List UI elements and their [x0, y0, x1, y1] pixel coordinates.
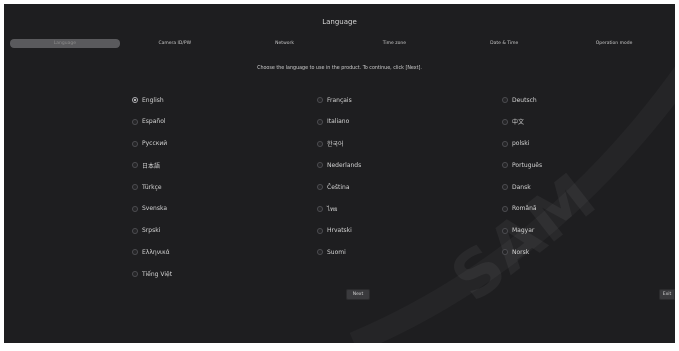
language-option[interactable]: Português — [502, 160, 542, 170]
language-radio[interactable] — [502, 205, 508, 212]
page-title: Language — [322, 18, 357, 26]
language-label: Русский — [142, 140, 168, 147]
language-option[interactable]: ไทย — [317, 204, 338, 214]
language-label: 日本語 — [142, 162, 161, 170]
step-operation-mode[interactable]: Operation mode — [559, 39, 669, 48]
language-label: Hrvatski — [327, 227, 352, 234]
language-radio[interactable] — [132, 97, 138, 103]
language-option[interactable]: Türkçe — [132, 182, 162, 192]
language-option[interactable]: Čeština — [317, 182, 350, 192]
language-label: Srpski — [142, 227, 161, 234]
language-option[interactable]: 日本語 — [132, 160, 160, 170]
language-label: Deutsch — [512, 96, 537, 104]
language-option[interactable]: Français — [317, 95, 352, 105]
setup-wizard-screen: SAM Language Language Camera ID/PW Netwo… — [4, 4, 675, 343]
language-radio[interactable] — [502, 118, 508, 125]
language-label: Suomi — [327, 248, 346, 256]
language-label: Čeština — [327, 183, 350, 191]
language-radio[interactable] — [132, 140, 138, 147]
step-camera-id-pw[interactable]: Camera ID/PW — [120, 39, 230, 48]
language-option[interactable]: Deutsch — [502, 95, 537, 105]
language-radio[interactable] — [132, 205, 138, 212]
language-label: Română — [512, 205, 537, 213]
language-label: Ελληνικά — [142, 248, 170, 256]
language-radio[interactable] — [317, 249, 323, 256]
language-label: Italiano — [327, 118, 350, 126]
next-button[interactable]: Next — [346, 289, 370, 300]
language-label: 中文 — [512, 119, 525, 127]
language-radio[interactable] — [317, 162, 323, 169]
language-label: Español — [142, 118, 166, 126]
language-option[interactable]: Dansk — [502, 182, 531, 192]
language-label: 한국어 — [327, 141, 344, 148]
language-radio[interactable] — [502, 184, 508, 190]
instruction-text: Choose the language to use in the produc… — [257, 66, 422, 71]
step-date-time[interactable]: Date & Time — [449, 39, 559, 48]
language-radio[interactable] — [132, 271, 138, 277]
language-radio[interactable] — [502, 227, 508, 234]
language-label: Français — [327, 96, 352, 104]
language-radio[interactable] — [132, 227, 138, 234]
language-radio[interactable] — [132, 162, 138, 169]
language-radio[interactable] — [317, 118, 323, 125]
language-radio[interactable] — [502, 162, 508, 169]
step-network[interactable]: Network — [230, 39, 340, 48]
language-label: ไทย — [327, 205, 338, 213]
language-option[interactable]: Română — [502, 204, 537, 214]
language-radio[interactable] — [132, 184, 138, 190]
language-radio[interactable] — [502, 97, 508, 103]
language-radio[interactable] — [317, 227, 323, 234]
language-option[interactable]: English — [132, 95, 164, 105]
language-option[interactable]: Magyar — [502, 226, 534, 236]
language-option[interactable]: Svenska — [132, 204, 167, 214]
language-option[interactable]: Suomi — [317, 247, 346, 257]
step-time-zone[interactable]: Time zone — [339, 39, 449, 48]
language-label: Português — [512, 161, 543, 169]
language-label: polski — [512, 140, 530, 147]
language-radio[interactable] — [317, 140, 323, 147]
language-option[interactable]: Русский — [132, 139, 167, 149]
language-option[interactable]: 中文 — [502, 117, 524, 127]
language-label: Tiếng Việt — [142, 270, 173, 278]
language-radio[interactable] — [317, 205, 323, 212]
language-label: Türkçe — [142, 183, 162, 191]
language-radio[interactable] — [317, 184, 323, 190]
watermark-arc — [354, 44, 675, 343]
language-label: Magyar — [512, 227, 535, 234]
exit-button[interactable]: Exit — [659, 289, 675, 300]
language-radio[interactable] — [502, 249, 508, 256]
language-label: Dansk — [512, 183, 531, 191]
watermark-logo: SAM — [354, 44, 675, 343]
language-option[interactable]: Srpski — [132, 226, 160, 236]
language-label: Nederlands — [327, 161, 362, 169]
language-radio[interactable] — [317, 97, 323, 103]
language-label: English — [142, 96, 164, 104]
wizard-steps: Language Camera ID/PW Network Time zone … — [10, 39, 669, 48]
language-option[interactable]: Tiếng Việt — [132, 269, 172, 279]
language-option[interactable]: Italiano — [317, 117, 349, 127]
language-radio[interactable] — [132, 118, 138, 125]
language-label: Norsk — [512, 248, 530, 256]
language-option[interactable]: polski — [502, 139, 529, 149]
language-radio[interactable] — [132, 249, 138, 256]
language-option[interactable]: Nederlands — [317, 160, 361, 170]
step-language[interactable]: Language — [10, 39, 120, 48]
language-option[interactable]: Español — [132, 117, 166, 127]
language-label: Svenska — [142, 205, 168, 213]
language-option[interactable]: Ελληνικά — [132, 247, 170, 257]
language-option[interactable]: Hrvatski — [317, 226, 352, 236]
language-option[interactable]: 한국어 — [317, 139, 344, 149]
language-radio[interactable] — [502, 140, 508, 147]
language-option[interactable]: Norsk — [502, 247, 529, 257]
